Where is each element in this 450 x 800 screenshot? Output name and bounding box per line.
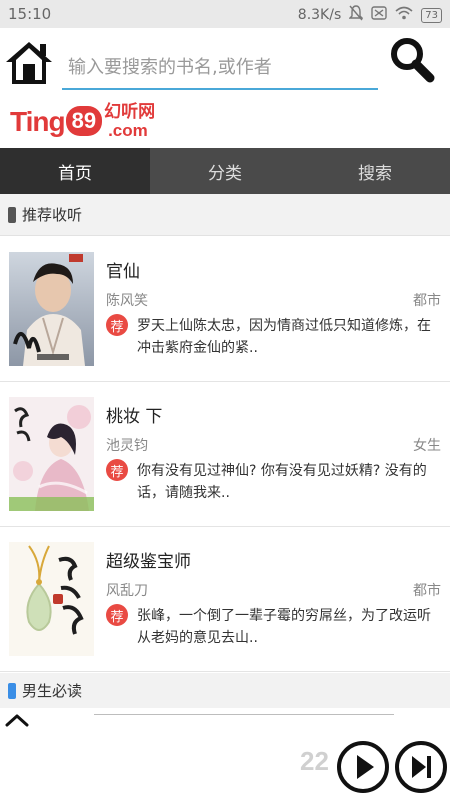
- book-category: 都市: [413, 583, 441, 599]
- site-logo: Ting 89 幻听网 .com: [10, 102, 155, 144]
- search-box: [62, 46, 378, 90]
- section-marker: [8, 206, 16, 223]
- recommend-badge: 荐: [106, 604, 128, 626]
- wifi-icon: [395, 6, 413, 24]
- recommend-badge: 荐: [106, 314, 128, 336]
- tab-home[interactable]: 首页: [0, 148, 150, 194]
- tab-bar: 首页 分类 搜索: [0, 148, 450, 194]
- status-icons: 8.3K/s 73: [298, 5, 442, 25]
- collapse-button[interactable]: [4, 710, 30, 730]
- search-icon: [391, 38, 435, 83]
- book-cover[interactable]: [9, 252, 94, 366]
- search-input[interactable]: [62, 46, 378, 88]
- logo-89: 89: [65, 106, 103, 136]
- status-bar: 15:10 8.3K/s 73: [0, 0, 450, 28]
- book-cover[interactable]: [9, 542, 94, 656]
- watermark: 22: [300, 746, 329, 776]
- book-author: 陈风笑: [106, 293, 148, 309]
- book-description: 你有没有见过神仙? 你有没有见过妖精? 没有的话，请随我来..: [137, 463, 427, 501]
- progress-track[interactable]: [94, 714, 394, 715]
- logo-right: 幻听网 .com: [104, 102, 155, 140]
- logo-com: .com: [108, 121, 148, 140]
- section-marker: [8, 682, 16, 699]
- play-icon: [337, 741, 389, 793]
- book-item[interactable]: 官仙 陈风笑 都市 荐 罗天上仙陈太忠，因为情商过低只知道修炼，在冲击紫府金仙的…: [0, 237, 450, 382]
- battery-icon: 73: [421, 7, 442, 23]
- next-button[interactable]: [394, 740, 448, 794]
- player-bar: 22: [0, 708, 450, 800]
- play-button[interactable]: [336, 740, 390, 794]
- logo-cn: 幻听网: [104, 102, 156, 122]
- skip-next-icon: [395, 741, 447, 793]
- book-description: 罗天上仙陈太忠，因为情商过低只知道修炼，在冲击紫府金仙的紧..: [137, 318, 431, 356]
- section-title: 男生必读: [22, 682, 83, 700]
- book-title[interactable]: 超级鉴宝师: [106, 547, 191, 572]
- book-author: 风乱刀: [106, 583, 148, 599]
- logo-ting: Ting: [10, 106, 66, 137]
- home-button[interactable]: [4, 38, 54, 88]
- section-header-male: 男生必读: [0, 673, 450, 709]
- book-title[interactable]: 官仙: [106, 257, 140, 282]
- chevron-up-icon: [5, 714, 29, 727]
- search-button[interactable]: [388, 36, 436, 84]
- status-time: 15:10: [8, 5, 52, 23]
- book-category: 女生: [413, 438, 441, 454]
- book-author: 池灵钧: [106, 438, 148, 454]
- recommend-badge: 荐: [106, 459, 128, 481]
- book-item[interactable]: 超级鉴宝师 风乱刀 都市 荐 张峰，一个倒了一辈子霉的穷屌丝，为了改运听从老妈的…: [0, 527, 450, 672]
- section-title: 推荐收听: [22, 206, 83, 224]
- network-speed: 8.3K/s: [297, 7, 342, 23]
- sim-icon: [371, 6, 387, 24]
- bell-off-icon: [348, 5, 364, 25]
- tab-category[interactable]: 分类: [150, 148, 300, 194]
- header: Ting 89 幻听网 .com: [0, 28, 450, 148]
- book-category: 都市: [413, 293, 441, 309]
- home-icon: [6, 42, 52, 84]
- book-description: 张峰，一个倒了一辈子霉的穷屌丝，为了改运听从老妈的意见去山..: [137, 608, 431, 646]
- book-cover[interactable]: [9, 397, 94, 511]
- book-item[interactable]: 桃妆 下 池灵钧 女生 荐 你有没有见过神仙? 你有没有见过妖精? 没有的话，请…: [0, 382, 450, 527]
- tab-search[interactable]: 搜索: [300, 148, 450, 194]
- book-title[interactable]: 桃妆 下: [106, 402, 162, 427]
- section-header-recommended: 推荐收听: [0, 194, 450, 236]
